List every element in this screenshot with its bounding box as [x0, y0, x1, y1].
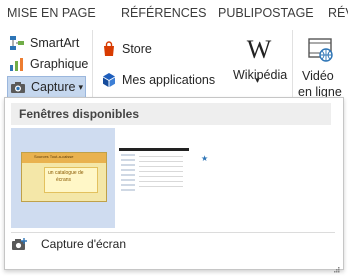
store-icon: [101, 41, 117, 57]
video-label-line1: Vidéo: [302, 69, 334, 83]
screen-capture-label: Capture d'écran: [41, 237, 127, 251]
screen-capture-button[interactable]: Capture d'écran: [11, 234, 126, 254]
smartart-icon: [9, 35, 25, 51]
panel-divider: [11, 232, 335, 233]
online-video-icon: [307, 35, 335, 68]
group-divider: [292, 30, 293, 100]
camera-icon: [10, 79, 26, 95]
capture-button[interactable]: Capture ▾: [7, 76, 86, 98]
wikipedia-logo-icon: W: [246, 35, 272, 64]
tab-publipostage[interactable]: PUBLIPOSTAGE: [218, 6, 314, 20]
capture-dropdown-panel: Fenêtres disponibles Sources Tout-a-cais…: [4, 97, 344, 273]
capture-label: Capture: [31, 80, 76, 94]
thumbnail-text-2: écrans: [56, 177, 72, 183]
apps-icon: [101, 72, 117, 88]
thumbnail-page: Sources Tout-a-caisse un catalogue de éc…: [21, 152, 107, 202]
thumbnail-titlebar: [119, 148, 189, 151]
smartart-label: SmartArt: [30, 36, 80, 50]
window-thumbnail-2[interactable]: ★: [119, 144, 223, 214]
available-windows-header: Fenêtres disponibles: [11, 103, 331, 125]
thumbnail-sidebar: [121, 154, 135, 192]
video-en-ligne-button[interactable]: Vidéo en ligne: [296, 32, 348, 99]
graphique-button[interactable]: Graphique: [9, 54, 88, 74]
tab-revision[interactable]: RÉV: [328, 6, 348, 20]
thumbnail-star-icon: ★: [201, 154, 209, 163]
thumbnail-text-1: un catalogue de: [48, 170, 84, 176]
group-divider: [92, 30, 93, 100]
wikipedia-button[interactable]: W Wikipédia: [230, 32, 288, 96]
ribbon-tab-bar: MISE EN PAGE RÉFÉRENCES PUBLIPOSTAGE RÉV: [0, 0, 348, 28]
store-label: Store: [122, 42, 152, 56]
store-button[interactable]: Store: [101, 39, 152, 59]
resize-grip-icon[interactable]: [334, 260, 340, 273]
smartart-button[interactable]: SmartArt: [9, 33, 79, 53]
mes-applications-label: Mes applications: [122, 73, 216, 87]
wikipedia-label: Wikipédia: [233, 68, 288, 82]
screen-capture-icon: [11, 236, 29, 252]
chevron-down-icon: ▾: [78, 81, 84, 92]
thumbnail-file-list: [139, 156, 183, 190]
chart-icon: [9, 56, 25, 72]
thumbnail-title: Sources Tout-a-caisse: [34, 154, 74, 159]
tab-mise-en-page[interactable]: MISE EN PAGE: [7, 6, 96, 20]
window-thumbnail-1[interactable]: Sources Tout-a-caisse un catalogue de éc…: [11, 128, 115, 228]
graphique-label: Graphique: [30, 57, 89, 71]
tab-references[interactable]: RÉFÉRENCES: [121, 6, 206, 20]
